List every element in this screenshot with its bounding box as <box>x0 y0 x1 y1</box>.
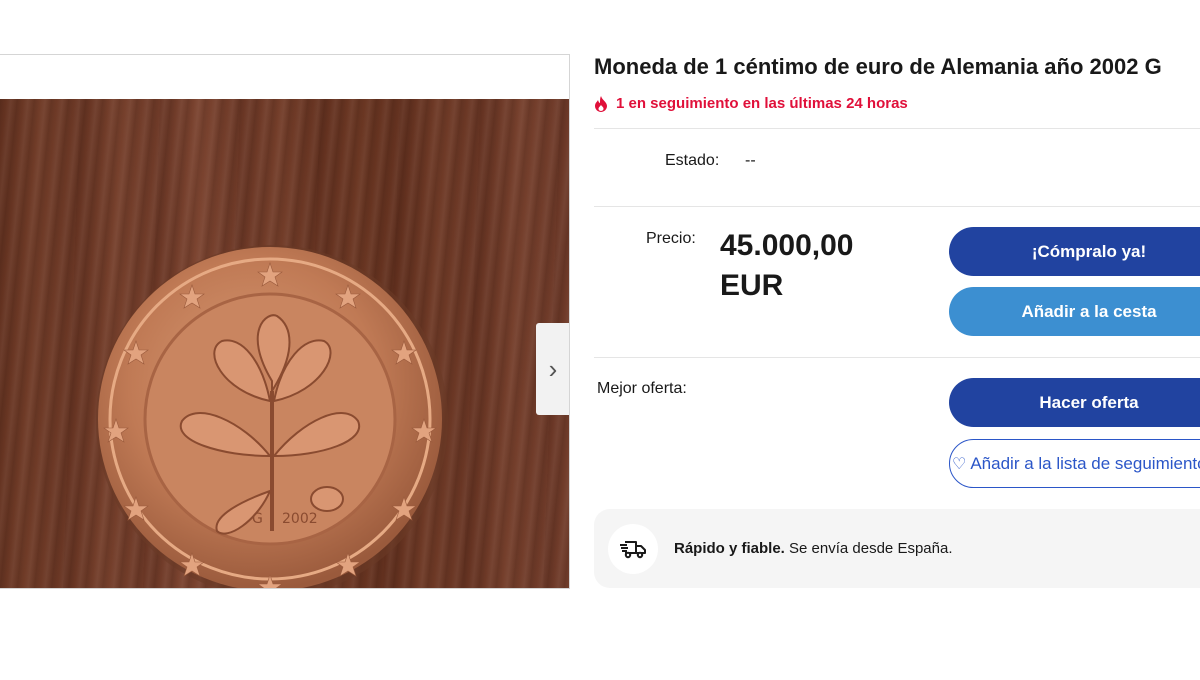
coin-year: 2002 <box>282 511 318 527</box>
price-value: 45.000,00 EUR <box>720 226 920 306</box>
flame-icon <box>595 95 607 112</box>
make-offer-button[interactable]: Hacer oferta <box>949 378 1200 427</box>
chevron-right-icon: › <box>548 354 558 384</box>
divider <box>594 206 1200 207</box>
shipping-text: Rápido y fiable. Se envía desde España. <box>674 540 953 557</box>
watchers-notice: 1 en seguimiento en las últimas 24 horas <box>594 95 908 112</box>
price-label: Precio: <box>646 230 696 247</box>
add-to-cart-label: Añadir a la cesta <box>1021 301 1157 321</box>
make-offer-label: Hacer oferta <box>1039 392 1139 412</box>
watchers-text: 1 en seguimiento en las últimas 24 horas <box>616 95 908 112</box>
buy-now-label: ¡Cómpralo ya! <box>1031 241 1147 261</box>
coin-image: G 2002 <box>96 245 448 588</box>
coin-mint-mark: G <box>252 511 263 527</box>
best-offer-label: Mejor oferta: <box>597 380 687 397</box>
watchlist-label: Añadir a la lista de seguimiento <box>970 453 1200 473</box>
delivery-truck-icon <box>620 540 646 558</box>
shipping-banner: Rápido y fiable. Se envía desde España. <box>594 509 1200 588</box>
add-to-watchlist-button[interactable]: ♡ Añadir a la lista de seguimiento <box>949 439 1200 488</box>
divider <box>594 128 1200 129</box>
heart-outline-icon: ♡ <box>952 455 967 473</box>
condition-label: Estado: <box>665 152 720 169</box>
condition-value: -- <box>745 152 756 169</box>
add-to-cart-button[interactable]: Añadir a la cesta <box>949 287 1200 336</box>
buy-now-button[interactable]: ¡Cómpralo ya! <box>949 227 1200 276</box>
item-photo[interactable]: G 2002 <box>0 99 569 588</box>
price-amount: 45.000,00 <box>720 229 854 262</box>
shipping-icon-badge <box>608 523 658 574</box>
price-currency: EUR <box>720 269 784 302</box>
listing-title: Moneda de 1 céntimo de euro de Alemania … <box>594 54 1162 79</box>
shipping-bold: Rápido y fiable. <box>674 540 785 557</box>
divider <box>594 357 1200 358</box>
next-image-button[interactable]: › <box>536 323 569 415</box>
image-gallery: G 2002 › <box>0 54 570 589</box>
shipping-detail: Se envía desde España. <box>789 540 953 557</box>
